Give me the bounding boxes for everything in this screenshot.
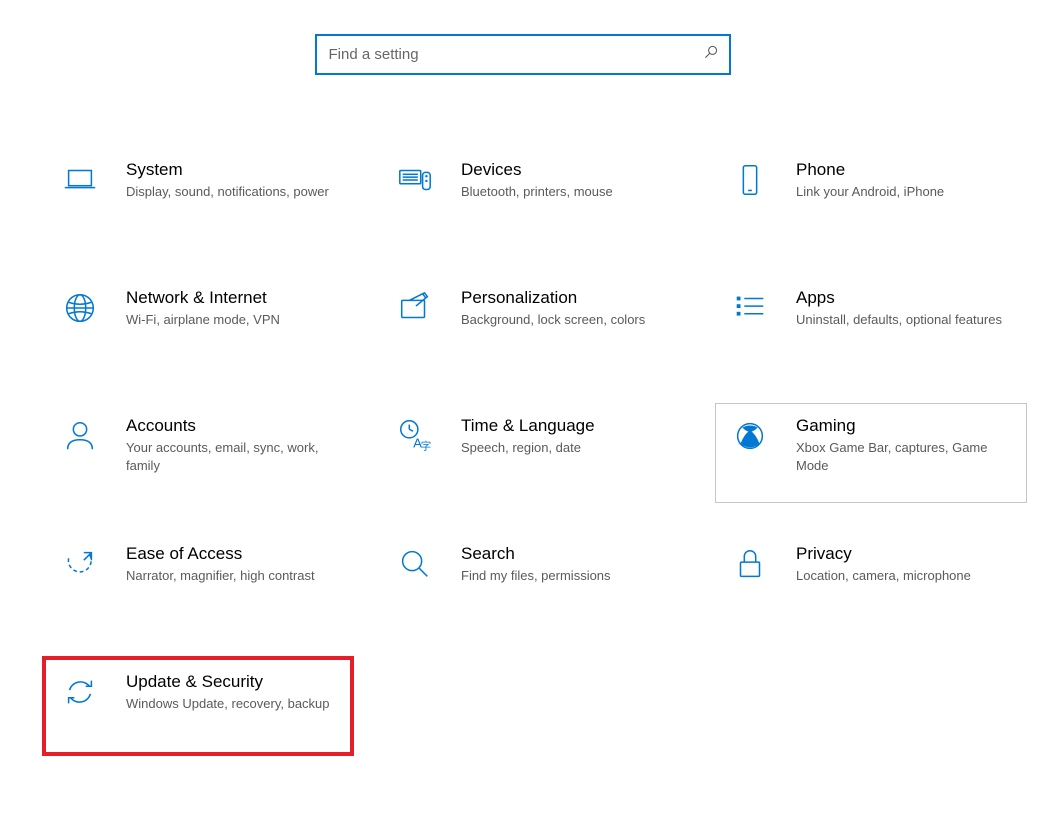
tile-title: Devices <box>461 160 677 180</box>
tile-network[interactable]: Network & Internet Wi-Fi, airplane mode,… <box>45 275 357 375</box>
tile-ease-of-access[interactable]: Ease of Access Narrator, magnifier, high… <box>45 531 357 631</box>
globe-icon <box>60 288 100 328</box>
keyboard-icon <box>395 160 435 200</box>
time-language-icon: A 字 <box>395 416 435 456</box>
tile-title: Time & Language <box>461 416 677 436</box>
tile-desc: Wi-Fi, airplane mode, VPN <box>126 311 342 329</box>
tile-title: Privacy <box>796 544 1012 564</box>
tile-devices[interactable]: Devices Bluetooth, printers, mouse <box>380 147 692 247</box>
tile-update-security[interactable]: Update & Security Windows Update, recove… <box>42 656 354 756</box>
tile-accounts[interactable]: Accounts Your accounts, email, sync, wor… <box>45 403 357 503</box>
tile-desc: Bluetooth, printers, mouse <box>461 183 677 201</box>
tile-phone[interactable]: Phone Link your Android, iPhone <box>715 147 1027 247</box>
tile-desc: Find my files, permissions <box>461 567 677 585</box>
xbox-icon <box>730 416 770 456</box>
laptop-icon <box>60 160 100 200</box>
tile-desc: Uninstall, defaults, optional features <box>796 311 1012 329</box>
tile-desc: Link your Android, iPhone <box>796 183 1012 201</box>
apps-list-icon <box>730 288 770 328</box>
tile-title: System <box>126 160 342 180</box>
tile-desc: Xbox Game Bar, captures, Game Mode <box>796 439 1012 475</box>
tile-desc: Windows Update, recovery, backup <box>126 695 336 713</box>
tile-search[interactable]: Search Find my files, permissions <box>380 531 692 631</box>
search-box[interactable] <box>315 34 731 75</box>
tile-title: Update & Security <box>126 672 336 692</box>
ease-of-access-icon <box>60 544 100 584</box>
magnifier-icon <box>395 544 435 584</box>
svg-text:字: 字 <box>421 439 431 452</box>
tile-desc: Location, camera, microphone <box>796 567 1012 585</box>
tile-title: Accounts <box>126 416 342 436</box>
lock-icon <box>730 544 770 584</box>
tile-time-language[interactable]: A 字 Time & Language Speech, region, date <box>380 403 692 503</box>
tile-title: Network & Internet <box>126 288 342 308</box>
tile-desc: Your accounts, email, sync, work, family <box>126 439 342 475</box>
tile-personalization[interactable]: Personalization Background, lock screen,… <box>380 275 692 375</box>
tile-title: Search <box>461 544 677 564</box>
tile-title: Phone <box>796 160 1012 180</box>
tile-desc: Display, sound, notifications, power <box>126 183 342 201</box>
tile-desc: Background, lock screen, colors <box>461 311 677 329</box>
person-icon <box>60 416 100 456</box>
phone-icon <box>730 160 770 200</box>
tile-desc: Narrator, magnifier, high contrast <box>126 567 342 585</box>
sync-icon <box>60 672 100 712</box>
tile-apps[interactable]: Apps Uninstall, defaults, optional featu… <box>715 275 1027 375</box>
search-icon <box>703 44 719 65</box>
paint-icon <box>395 288 435 328</box>
tile-title: Personalization <box>461 288 677 308</box>
tile-desc: Speech, region, date <box>461 439 677 457</box>
tile-privacy[interactable]: Privacy Location, camera, microphone <box>715 531 1027 631</box>
tile-title: Apps <box>796 288 1012 308</box>
settings-grid: System Display, sound, notifications, po… <box>0 147 1045 756</box>
search-input[interactable] <box>329 46 703 63</box>
tile-gaming[interactable]: Gaming Xbox Game Bar, captures, Game Mod… <box>715 403 1027 503</box>
tile-title: Ease of Access <box>126 544 342 564</box>
tile-title: Gaming <box>796 416 1012 436</box>
tile-system[interactable]: System Display, sound, notifications, po… <box>45 147 357 247</box>
